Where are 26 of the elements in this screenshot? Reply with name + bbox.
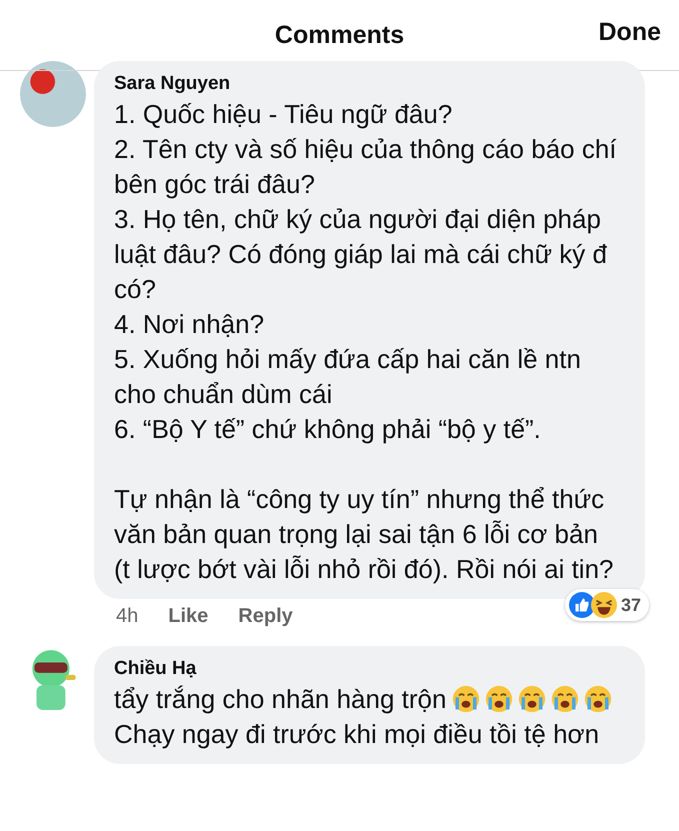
crying-face-icon	[551, 685, 580, 713]
laughing-face-icon	[590, 592, 617, 618]
author-name[interactable]: Sara Nguyen	[114, 73, 621, 95]
comment-text: Chạy ngay đi trước khi mọi điều tồi tệ hơn	[114, 719, 600, 749]
crying-face-icon	[485, 685, 514, 713]
comment-text: 2. Tên cty và số hiệu của thông cáo báo chí bên góc trái đâu?	[114, 134, 617, 199]
reactions-badge[interactable]: 37	[564, 589, 649, 621]
crying-face-icon	[518, 685, 546, 713]
comment-time: 4h	[116, 605, 138, 628]
done-button[interactable]: Done	[598, 18, 661, 47]
avatar-icon[interactable]	[20, 61, 86, 127]
reply-link[interactable]: Reply	[238, 605, 293, 628]
like-link[interactable]: Like	[168, 605, 208, 628]
crying-face-icon	[452, 685, 480, 713]
author-name[interactable]: Chiều Hạ	[114, 658, 621, 680]
comment-text: 5. Xuống hỏi mấy đứa cấp hai căn lề ntn cho chuẩn dùm cái	[114, 344, 581, 409]
comment-text: Tự nhận là “công ty uy tín” nhưng thể thức văn bản quan trọng lại sai tận 6 lỗi cơ bản (t lược bớt vài lỗi nhỏ rồi đó). Rồi nói ai tin?	[114, 484, 614, 584]
thumbs-up-icon	[568, 592, 595, 618]
comment-text: 4. Nơi nhận?	[114, 309, 264, 339]
reaction-count: 37	[620, 594, 641, 616]
crying-face-icon	[584, 685, 612, 713]
comment-text: 6. “Bộ Y tế” chứ không phải “bộ y tế”.	[114, 414, 541, 444]
comment-text: tẩy trắng cho nhãn hàng trộn	[114, 684, 446, 714]
comment-text: 1. Quốc hiệu - Tiêu ngữ đâu?	[114, 99, 452, 129]
header-title: Comments	[274, 20, 404, 50]
comment-text: 3. Họ tên, chữ ký của người đại diện pháp luật đâu? Có đóng giáp lai mà cái chữ ký đ có?	[114, 204, 607, 304]
